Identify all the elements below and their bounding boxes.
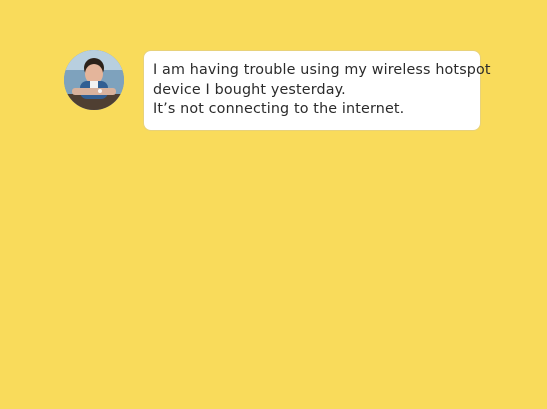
person-photo-icon — [64, 50, 124, 110]
avatar — [64, 50, 124, 110]
message-line-3: It’s not connecting to the internet. — [153, 101, 405, 117]
message-bubble: I am having trouble using my wireless ho… — [143, 50, 491, 131]
chat-area: I am having trouble using my wireless ho… — [0, 0, 547, 409]
message-line-1: I am having trouble using my wireless ho… — [153, 62, 491, 78]
message-line-2: device I bought yesterday. — [153, 81, 346, 98]
